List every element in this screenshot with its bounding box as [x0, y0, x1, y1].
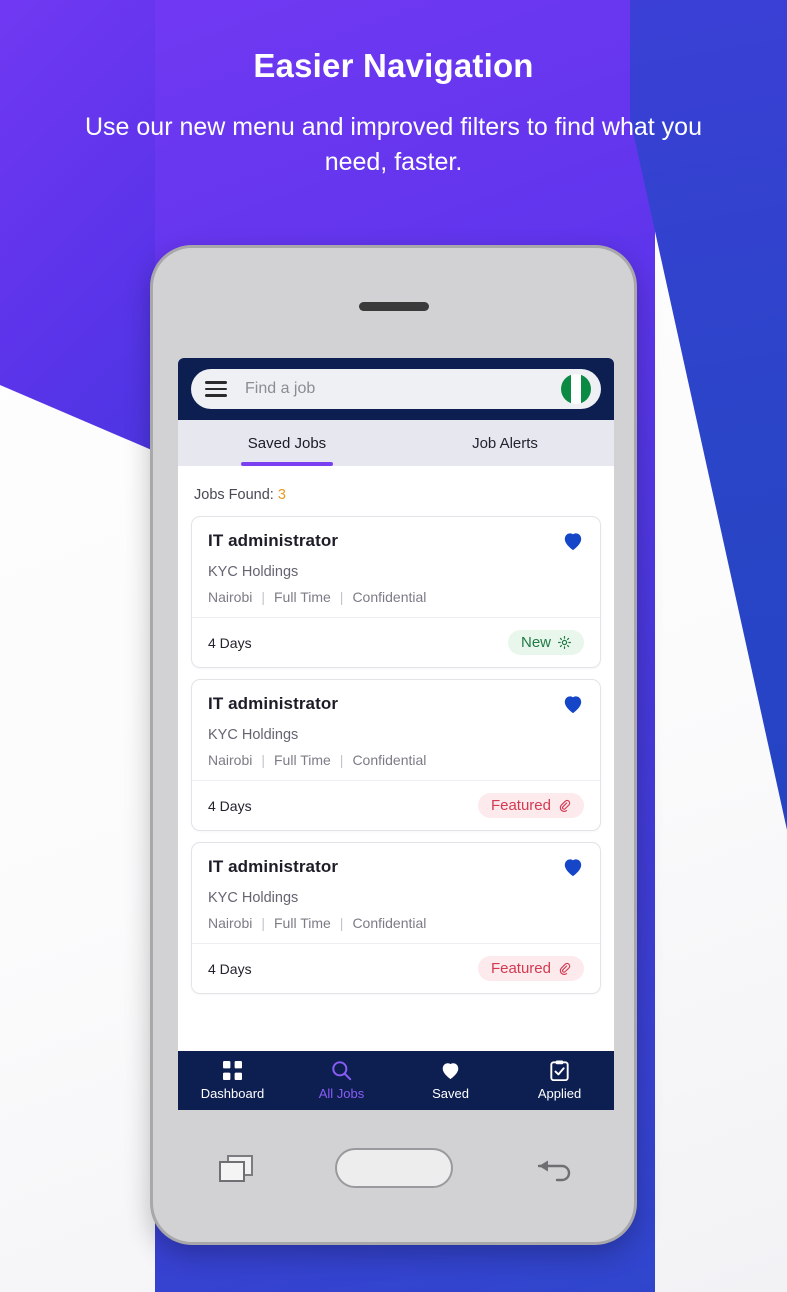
meta-separator: |	[339, 589, 344, 605]
jobs-list-container: Jobs Found: 3 IT administrator KYC Holdi…	[178, 466, 614, 1051]
nav-label-dashboard: Dashboard	[200, 1086, 265, 1101]
nav-label-all-jobs: All Jobs	[318, 1086, 365, 1101]
job-card-footer: 4 Days Featured	[192, 780, 600, 830]
meta-separator: |	[261, 589, 265, 605]
status-badge: New	[507, 630, 584, 655]
search-input[interactable]	[227, 380, 561, 398]
paperclip-icon	[559, 962, 571, 975]
job-type: Full Time	[274, 752, 331, 768]
hamburger-icon[interactable]	[205, 381, 227, 397]
nav-item-dashboard[interactable]: Dashboard	[178, 1051, 287, 1110]
job-company: KYC Holdings	[208, 890, 299, 906]
promo-text-block: Easier Navigation Use our new menu and i…	[0, 0, 787, 179]
nav-label-applied: Applied	[537, 1086, 582, 1101]
search-bar[interactable]	[191, 369, 601, 409]
phone-mockup: Saved Jobs Job Alerts Jobs Found: 3 IT a…	[150, 245, 637, 1245]
job-posted-age: 4 Days	[208, 797, 252, 814]
job-title-row: IT administrator	[208, 857, 584, 881]
job-salary: Confidential	[352, 752, 427, 768]
job-title: IT administrator	[208, 531, 339, 550]
status-badge: Featured	[477, 793, 584, 818]
tab-job-alerts-label: Job Alerts	[472, 434, 538, 452]
status-badge-label: Featured	[490, 797, 551, 814]
job-location: Nairobi	[208, 752, 253, 768]
meta-separator: |	[339, 915, 344, 931]
status-badge-label: Featured	[490, 960, 551, 977]
job-posted-age: 4 Days	[208, 960, 252, 977]
job-location: Nairobi	[208, 589, 253, 605]
heart-icon	[440, 1060, 461, 1081]
page-title: Easier Navigation	[253, 47, 534, 84]
job-card[interactable]: IT administrator KYC Holdings Nairobi | …	[191, 516, 601, 668]
home-button-icon[interactable]	[335, 1148, 453, 1188]
device-navigation-bar	[178, 1128, 614, 1208]
job-title: IT administrator	[208, 694, 339, 713]
tab-saved-jobs[interactable]: Saved Jobs	[178, 420, 396, 466]
paperclip-icon	[559, 799, 571, 812]
grid-icon	[223, 1060, 242, 1081]
job-salary: Confidential	[352, 589, 427, 605]
job-card-body: IT administrator KYC Holdings Nairobi | …	[192, 680, 600, 780]
job-card[interactable]: IT administrator KYC Holdings Nairobi | …	[191, 842, 601, 994]
job-company: KYC Holdings	[208, 727, 299, 743]
nav-item-applied[interactable]: Applied	[505, 1051, 614, 1110]
meta-separator: |	[339, 752, 344, 768]
nav-item-saved[interactable]: Saved	[396, 1051, 505, 1110]
back-arrow-icon[interactable]	[535, 1154, 573, 1182]
promo-subtitle: Use our new menu and improved filters to…	[85, 113, 702, 176]
job-card[interactable]: IT administrator KYC Holdings Nairobi | …	[191, 679, 601, 831]
status-badge-label: New	[520, 634, 551, 651]
job-title-row: IT administrator	[208, 694, 584, 718]
jobs-found-label: Jobs Found:	[194, 487, 274, 503]
job-title: IT administrator	[208, 857, 339, 876]
tab-bar: Saved Jobs Job Alerts	[178, 420, 614, 466]
job-location: Nairobi	[208, 915, 253, 931]
meta-separator: |	[261, 915, 265, 931]
nav-label-saved: Saved	[432, 1086, 469, 1101]
job-meta: Nairobi | Full Time | Confidential	[208, 589, 584, 605]
sparkle-icon	[558, 636, 571, 649]
jobs-found-line: Jobs Found: 3	[191, 466, 601, 516]
clipboard-check-icon	[550, 1060, 569, 1081]
job-company: KYC Holdings	[208, 564, 299, 580]
nav-item-all-jobs[interactable]: All Jobs	[287, 1051, 396, 1110]
nigeria-flag-icon[interactable]	[561, 374, 591, 404]
phone-earpiece	[358, 302, 429, 311]
meta-separator: |	[261, 752, 265, 768]
job-card-footer: 4 Days New	[192, 617, 600, 667]
heart-filled-icon[interactable]	[562, 694, 584, 718]
phone-screen: Saved Jobs Job Alerts Jobs Found: 3 IT a…	[178, 358, 614, 1110]
job-meta: Nairobi | Full Time | Confidential	[208, 752, 584, 768]
job-card-footer: 4 Days Featured	[192, 943, 600, 993]
job-salary: Confidential	[352, 915, 427, 931]
heart-filled-icon[interactable]	[562, 531, 584, 555]
status-badge: Featured	[477, 956, 584, 981]
tab-job-alerts[interactable]: Job Alerts	[396, 420, 614, 466]
job-meta: Nairobi | Full Time | Confidential	[208, 915, 584, 931]
job-card-body: IT administrator KYC Holdings Nairobi | …	[192, 517, 600, 617]
app-header	[178, 358, 614, 420]
job-card-body: IT administrator KYC Holdings Nairobi | …	[192, 843, 600, 943]
job-posted-age: 4 Days	[208, 634, 252, 651]
bottom-navigation: Dashboard All Jobs Saved Applied	[178, 1051, 614, 1110]
job-title-row: IT administrator	[208, 531, 584, 555]
recent-apps-icon[interactable]	[219, 1154, 253, 1182]
job-type: Full Time	[274, 915, 331, 931]
jobs-found-count: 3	[277, 487, 286, 503]
job-type: Full Time	[274, 589, 331, 605]
tab-saved-jobs-label: Saved Jobs	[247, 434, 327, 452]
heart-filled-icon[interactable]	[562, 857, 584, 881]
search-icon	[331, 1060, 352, 1081]
